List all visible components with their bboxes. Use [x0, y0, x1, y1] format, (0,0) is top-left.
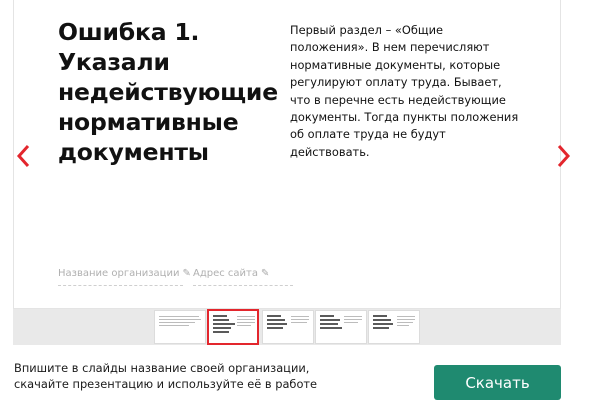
slide-thumbnail-active[interactable]	[207, 309, 259, 345]
slide-title-line: документы	[58, 138, 209, 166]
chevron-right-icon	[557, 144, 571, 168]
slide-title-line: Указали	[58, 48, 170, 76]
prev-slide-button[interactable]	[14, 143, 34, 169]
site-address-label: Адрес сайта	[193, 268, 259, 279]
slide-body-line: Первый раздел – «Общие	[290, 23, 444, 37]
site-address-field[interactable]: Адрес сайта ✎	[193, 268, 293, 286]
slide-title-line: Ошибка 1.	[58, 18, 200, 46]
slide-body-line: что в перечне есть недействующие	[290, 92, 506, 107]
slide-title: Ошибка 1. Указали недействующие норматив…	[58, 17, 298, 167]
slide-viewer: Ошибка 1. Указали недействующие норматив…	[13, 0, 571, 309]
pencil-icon: ✎	[261, 268, 270, 279]
organization-name-label: Название организации	[58, 268, 180, 279]
next-slide-button[interactable]	[553, 143, 573, 169]
download-hint-line: скачайте презентацию и используйте её в …	[14, 377, 318, 391]
slide-body-text: Первый раздел – «Общие положения». В нем…	[290, 22, 548, 161]
slide-body-line: об оплате труда не будут	[290, 127, 446, 142]
chevron-left-icon	[16, 144, 30, 168]
slide-body-line: действовать.	[290, 144, 370, 159]
slide-body-line: нормативные документы, которые	[290, 57, 501, 72]
pencil-icon: ✎	[182, 268, 191, 279]
slide-body-line: регулируют оплату труда. Бывает,	[290, 75, 502, 90]
download-button[interactable]: Скачать	[434, 365, 561, 400]
slide-title-line: недействующие	[58, 78, 278, 106]
download-hint: Впишите в слайды название своей организа…	[14, 360, 414, 392]
slide-title-line: нормативные	[58, 108, 239, 136]
download-hint-line: Впишите в слайды название своей организа…	[14, 361, 310, 375]
slide-thumbnail[interactable]	[368, 310, 420, 344]
slide-thumbnail[interactable]	[315, 310, 367, 344]
slide-thumbnail[interactable]	[262, 310, 314, 344]
slide-thumbnail[interactable]	[154, 310, 206, 344]
organization-name-field[interactable]: Название организации ✎	[58, 268, 191, 286]
slide-body-line: документы. Тогда пункты положения	[290, 110, 519, 125]
slide-body-line: положения». В нем перечисляют	[290, 40, 490, 55]
slide-thumbnail-strip	[13, 309, 561, 345]
